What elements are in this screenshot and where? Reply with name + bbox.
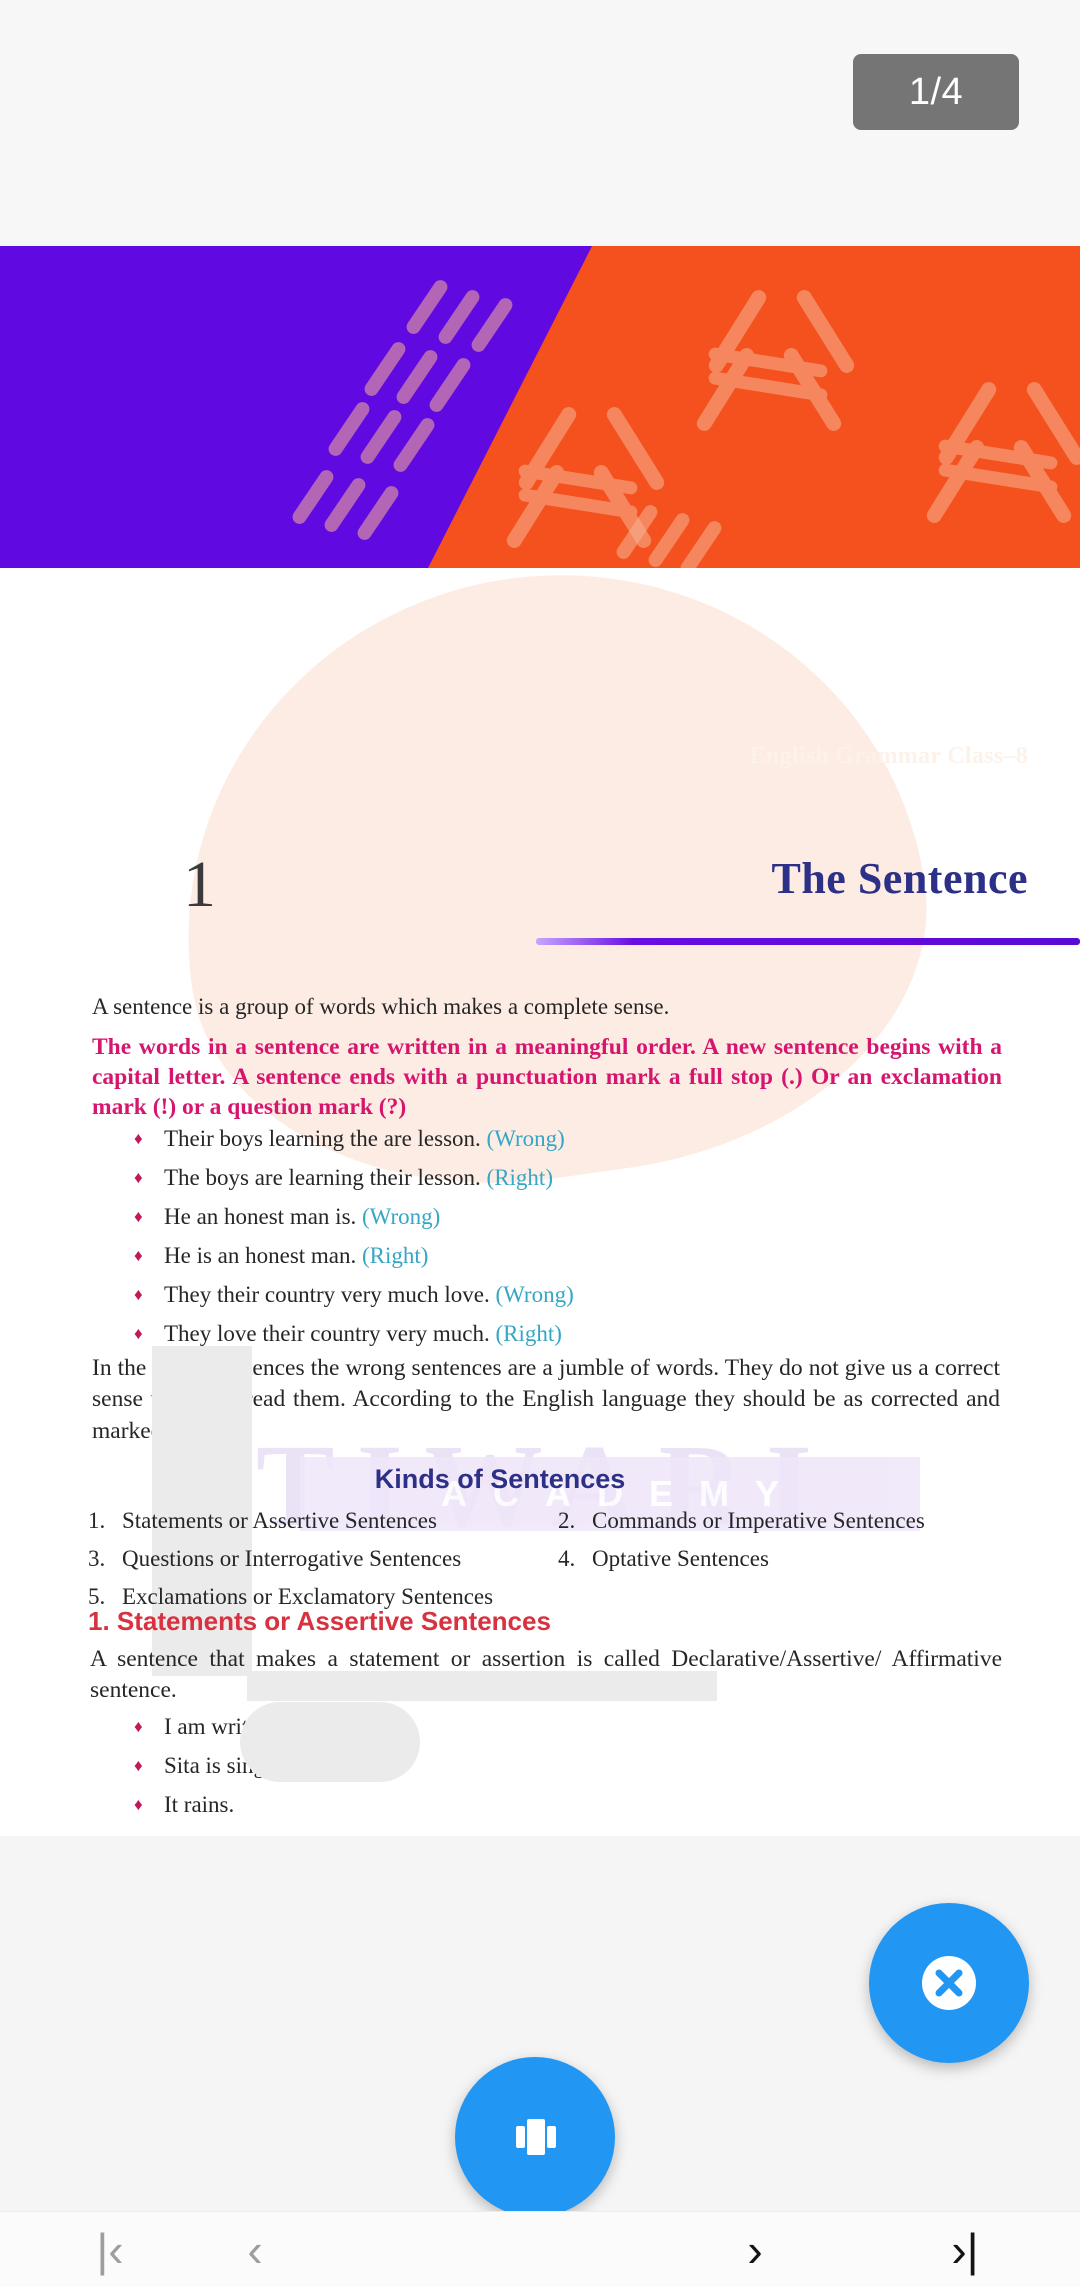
example-sentence-tag: (Right) (356, 1243, 429, 1268)
kinds-item: 1. Statements or Assertive Sentences (88, 1502, 558, 1540)
watermark-smudge-3 (240, 1702, 420, 1782)
kinds-item-number: 1. (88, 1508, 106, 1533)
chapter-number: 1 (183, 848, 216, 921)
kinds-item-label: Questions or Interrogative Sentences (122, 1546, 462, 1571)
section-example-item: It rains. (128, 1786, 365, 1824)
view-mode-button[interactable] (455, 2057, 615, 2217)
kinds-item-number: 2. (558, 1508, 576, 1533)
pdf-viewer-screen: 1/4 English Grammar Class–8 ACADEMY 1 Th… (0, 0, 1080, 2287)
page-navigation-bar: |‹ ‹ › ›| (0, 2211, 1080, 2287)
example-sentence-text: They love their country very much. (164, 1321, 490, 1346)
example-sentence-text: He is an honest man. (164, 1243, 357, 1268)
kinds-item-label: Optative Sentences (592, 1546, 769, 1571)
banner-cross-cluster-right (923, 376, 1080, 566)
kinds-item: 2. Commands or Imperative Sentences (558, 1502, 1018, 1540)
example-sentence-item: They their country very much love. (Wron… (128, 1276, 574, 1314)
highlight-paragraph: The words in a sentence are written in a… (92, 1034, 1002, 1121)
example-sentence-text: Their boys learning the are lesson. (164, 1126, 481, 1151)
example-sentence-tag: (Right) (480, 1165, 553, 1190)
example-sentence-tag: (Wrong) (480, 1126, 565, 1151)
banner-cross-cluster-top (693, 284, 900, 474)
kinds-item-number: 4. (558, 1546, 576, 1571)
kinds-row: 1. Statements or Assertive Sentences 2. Com… (88, 1502, 1018, 1540)
example-sentence-text: He an honest man is. (164, 1204, 357, 1229)
document-page[interactable]: English Grammar Class–8 TIWARI ACADEMY 1… (0, 246, 1080, 1836)
kinds-item-label: Statements or Assertive Sentences (122, 1508, 437, 1533)
banner-dash-cluster-bottom (613, 501, 790, 568)
chapter-banner (0, 246, 1080, 568)
example-sentence-item: The boys are learning their lesson. (Rig… (128, 1159, 574, 1197)
kinds-item-label: Commands or Imperative Sentences (592, 1508, 925, 1533)
kinds-item (558, 1578, 1018, 1616)
example-sentence-item: He is an honest man. (Right) (128, 1237, 574, 1275)
carousel-view-icon (516, 2119, 556, 2155)
kinds-item: 3. Questions or Interrogative Sentences (88, 1540, 558, 1578)
example-sentence-tag: (Wrong) (489, 1282, 574, 1307)
chapter-title: The Sentence (771, 854, 1028, 903)
close-icon (922, 1956, 976, 2010)
example-sentence-item: He an honest man is. (Wrong) (128, 1198, 574, 1236)
kinds-item-number: 3. (88, 1546, 106, 1571)
kinds-of-sentences-title: Kinds of Sentences (374, 1464, 626, 1494)
banner-class-label: English Grammar Class–8 (749, 743, 1028, 769)
previous-page-button[interactable]: ‹ (180, 2212, 330, 2287)
example-sentence-text: The boys are learning their lesson. (164, 1165, 481, 1190)
page-indicator-badge: 1/4 (853, 54, 1019, 130)
chapter-title-rule (536, 938, 1080, 945)
kinds-row: 3. Questions or Interrogative Sentences 4.… (88, 1540, 1018, 1578)
example-sentence-text: They their country very much love. (164, 1282, 490, 1307)
section-paragraph: A sentence that makes a statement or ass… (90, 1646, 1002, 1704)
example-sentence-tag: (Wrong) (356, 1204, 441, 1229)
section-heading: 1. Statements or Assertive Sentences (88, 1606, 551, 1636)
close-button[interactable] (869, 1903, 1029, 2063)
kinds-of-sentences-list: 1. Statements or Assertive Sentences 2. Com… (88, 1502, 1018, 1616)
next-page-button[interactable]: › (680, 2212, 830, 2287)
kinds-item: 4. Optative Sentences (558, 1540, 1018, 1578)
example-sentence-list: Their boys learning the are lesson. (Wro… (128, 1120, 574, 1354)
first-page-button[interactable]: |‹ (35, 2212, 185, 2287)
example-sentence-tag: (Right) (489, 1321, 562, 1346)
lead-paragraph: A sentence is a group of words which mak… (92, 994, 670, 1019)
last-page-button[interactable]: ›| (890, 2212, 1040, 2287)
example-sentence-item: Their boys learning the are lesson. (Wro… (128, 1120, 574, 1158)
